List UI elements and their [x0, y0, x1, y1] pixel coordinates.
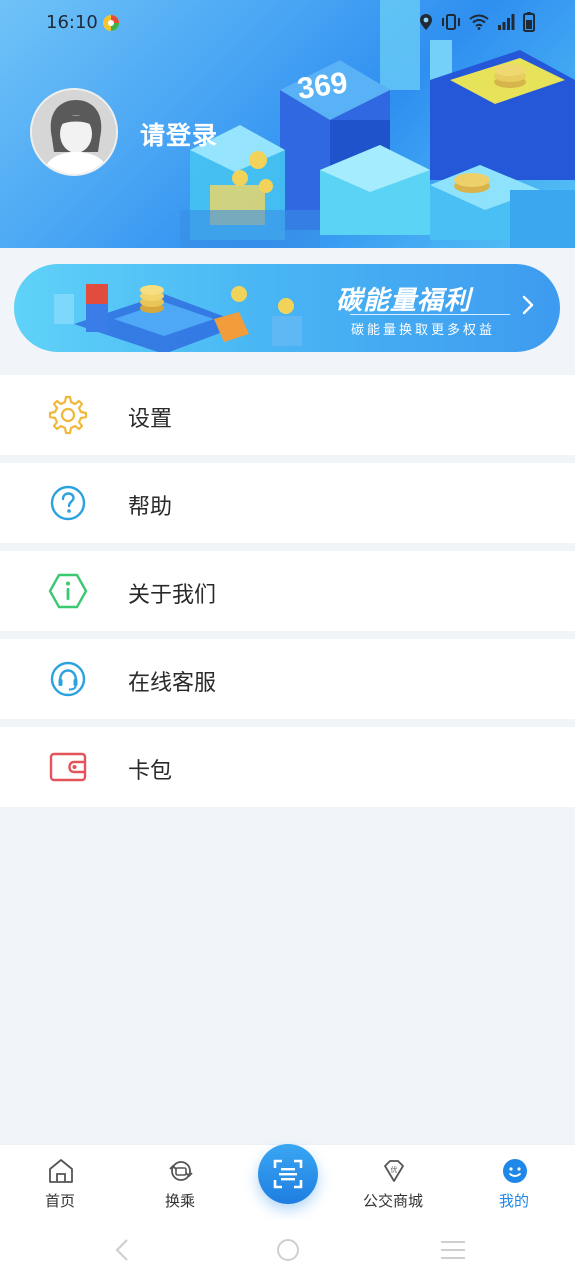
tab-transfer[interactable]: 换乘: [135, 1145, 225, 1221]
banner-title: 碳能量福利: [336, 286, 472, 316]
status-time: 16:10: [46, 12, 98, 33]
profile-icon: [503, 1159, 527, 1183]
help-circle-icon: [50, 485, 86, 521]
wallet-icon: [49, 752, 87, 782]
menu-item-help[interactable]: 帮助: [0, 463, 575, 543]
avatar[interactable]: [30, 88, 118, 176]
tab-label: 换乘: [164, 1192, 195, 1210]
menu-item-settings[interactable]: 设置: [0, 375, 575, 455]
tab-mine[interactable]: 我的: [469, 1145, 559, 1221]
scan-icon: [273, 1159, 303, 1189]
location-icon: [420, 14, 432, 30]
menu-item-card-wallet[interactable]: 卡包: [0, 727, 575, 807]
menu-label: 在线客服: [128, 671, 217, 696]
transfer-icon: [169, 1161, 193, 1181]
menu-label: 设置: [128, 407, 173, 432]
battery-icon: [523, 12, 535, 32]
home-icon: [49, 1159, 73, 1183]
back-icon[interactable]: [114, 1238, 130, 1262]
tab-label: 公交商城: [362, 1192, 423, 1210]
vibrate-icon: [442, 14, 460, 30]
carbon-energy-banner[interactable]: 碳能量福利 碳能量换取更多权益: [14, 264, 560, 352]
building-number: 369: [295, 66, 349, 106]
recents-menu-icon[interactable]: [440, 1238, 466, 1262]
banner-illustration: [54, 284, 302, 352]
menu-item-about-us[interactable]: 关于我们: [0, 551, 575, 631]
menu-label: 关于我们: [128, 583, 217, 608]
menu-item-online-service[interactable]: 在线客服: [0, 639, 575, 719]
login-prompt[interactable]: 请登录: [140, 116, 218, 152]
tab-label: 首页: [44, 1192, 75, 1210]
signal-icon: [498, 14, 515, 30]
gear-icon: [48, 395, 88, 435]
default-avatar-icon: [32, 90, 116, 174]
banner-divider: [350, 314, 510, 315]
profile-header: 369 16:10 请登录: [0, 0, 575, 248]
wifi-icon: [469, 14, 489, 30]
chevron-right-icon: [522, 295, 534, 315]
svg-text:优: 优: [391, 1165, 398, 1174]
scan-button[interactable]: [258, 1144, 318, 1204]
tab-label: 我的: [498, 1192, 529, 1210]
system-navigation-bar: [0, 1220, 575, 1280]
status-bar: 16:10: [0, 0, 575, 46]
tab-home[interactable]: 首页: [15, 1145, 105, 1221]
info-hexagon-icon: [48, 573, 88, 609]
menu-label: 卡包: [128, 759, 173, 784]
tab-bus-mall[interactable]: 优 公交商城: [348, 1145, 438, 1221]
menu-label: 帮助: [128, 495, 173, 520]
app-notification-icon: [103, 15, 119, 31]
home-circle-icon[interactable]: [276, 1238, 300, 1262]
banner-subtitle: 碳能量换取更多权益: [351, 323, 496, 338]
diamond-shop-icon: 优: [384, 1160, 404, 1182]
headset-icon: [50, 661, 86, 697]
